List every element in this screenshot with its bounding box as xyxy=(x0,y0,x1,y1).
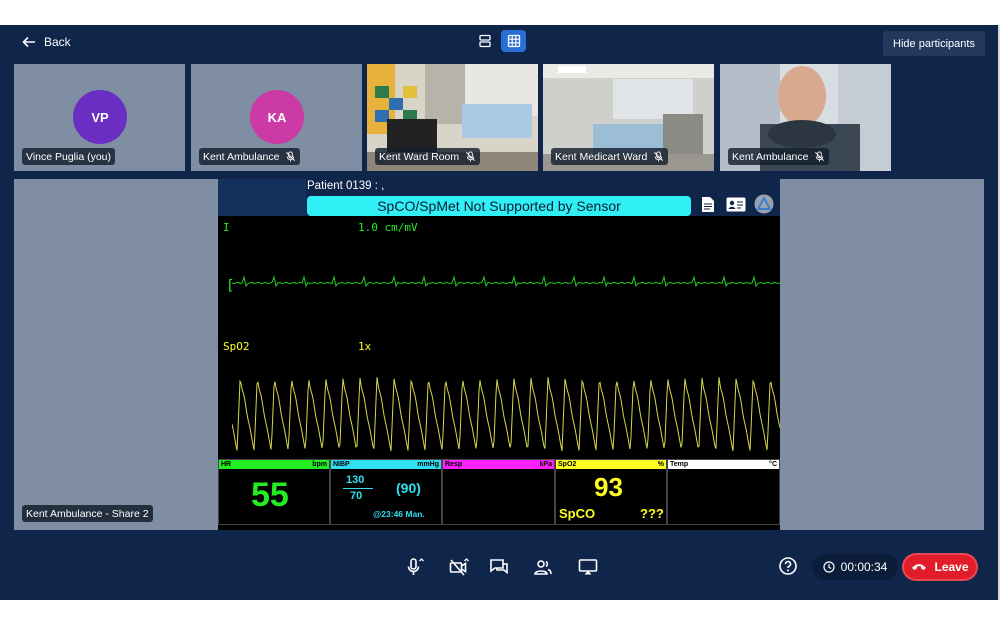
nibp-systolic: 130 xyxy=(346,474,365,486)
temp-unit: °C xyxy=(769,461,777,468)
patient-monitor: Patient 0139 : , SpCO/SpMet Not Supporte… xyxy=(218,179,780,530)
participant-video-tile[interactable]: Kent Medicart Ward xyxy=(543,64,714,171)
participant-name: Vince Puglia (you) xyxy=(26,150,112,163)
screen-share-button[interactable] xyxy=(576,556,600,578)
stacked-layout-icon xyxy=(478,34,491,48)
participant-video-tile[interactable]: Kent Ward Room xyxy=(367,64,538,171)
nibp-divider xyxy=(343,488,373,489)
resp-title: Resp xyxy=(445,461,463,468)
hr-panel: HR bpm 55 xyxy=(218,459,330,525)
back-button[interactable]: Back xyxy=(22,33,71,51)
spo2-unit: % xyxy=(657,461,664,468)
logo-icon xyxy=(753,193,775,215)
temp-panel: Temp °C xyxy=(667,459,780,525)
timer-value: 00:00:34 xyxy=(840,560,888,574)
monitor-header-block xyxy=(218,179,306,216)
spo2-header: SpO2% xyxy=(556,460,666,469)
avatar: KA xyxy=(250,90,304,144)
arrow-left-icon xyxy=(22,36,35,48)
alarm-banner: SpCO/SpMet Not Supported by Sensor xyxy=(307,196,691,216)
grid-layout-icon xyxy=(507,34,520,48)
participant-name: Kent Ambulance xyxy=(732,150,809,163)
chat-icon xyxy=(490,559,508,575)
leave-button[interactable]: Leave xyxy=(902,553,978,581)
vitals-panel: HR bpm 55 NIBP mmHg 130 70 (90) @23:46 Man… xyxy=(218,459,780,525)
meeting-window: Back Hide participants VP Vince Puglia (… xyxy=(0,25,1000,600)
hr-title: HR xyxy=(221,461,232,468)
pleth-gain-label: 1x xyxy=(358,340,372,353)
nibp-panel: NIBP mmHg 130 70 (90) @23:46 Man. xyxy=(330,459,442,525)
participant-tile[interactable]: KA Kent Ambulance xyxy=(191,64,362,171)
document-icon xyxy=(697,193,719,215)
share-name-label: Kent Ambulance - Share 2 xyxy=(22,505,153,522)
mic-muted-icon xyxy=(654,151,664,162)
grid-layout-button[interactable] xyxy=(501,30,526,52)
patient-id: Patient 0139 : , xyxy=(307,180,385,192)
chat-button[interactable] xyxy=(487,556,511,578)
participant-name-label: Kent Ambulance xyxy=(728,148,830,165)
help-button[interactable] xyxy=(777,555,799,577)
help-icon xyxy=(779,557,797,575)
mic-muted-icon xyxy=(466,151,476,162)
mic-muted-icon xyxy=(286,151,296,162)
screen-share-icon xyxy=(578,559,598,575)
temp-header: Temp °C xyxy=(668,460,779,469)
participants-button[interactable] xyxy=(531,556,555,578)
hide-participants-button[interactable]: Hide participants xyxy=(883,31,985,56)
spo2-title: SpO2 xyxy=(558,461,577,468)
pleth-waveform xyxy=(232,377,780,452)
id-card-icon xyxy=(725,193,747,215)
microphone-button[interactable] xyxy=(399,556,429,578)
participant-name-label: Kent Ambulance xyxy=(199,148,301,165)
participant-name: Kent Medicart Ward xyxy=(555,150,648,163)
resp-header: Resp kPa xyxy=(443,460,554,469)
hr-value: 55 xyxy=(251,476,289,514)
ecg-waveform xyxy=(232,275,780,288)
nibp-header: NIBP mmHg xyxy=(331,460,441,469)
leave-label: Leave xyxy=(934,560,969,574)
participant-video-tile[interactable]: Kent Ambulance xyxy=(720,64,891,171)
participant-name-label: Kent Ward Room xyxy=(375,148,481,165)
ecg-scale-label: 1.0 cm/mV xyxy=(358,221,418,234)
spo2-panel: SpO2% 93 SpCO ??? xyxy=(555,459,667,525)
spo2-value: 93 xyxy=(594,472,623,502)
nibp-diastolic: 70 xyxy=(350,490,363,502)
clock-icon xyxy=(823,561,835,573)
participant-name: Kent Ward Room xyxy=(379,150,460,163)
temp-title: Temp xyxy=(670,461,689,468)
participants-icon xyxy=(534,560,552,575)
resp-panel: Resp kPa xyxy=(442,459,555,525)
nibp-timestamp: @23:46 Man. xyxy=(373,509,425,519)
screen-share-view[interactable]: Patient 0139 : , SpCO/SpMet Not Supporte… xyxy=(14,179,984,530)
hr-header: HR bpm xyxy=(219,460,329,469)
resp-unit: kPa xyxy=(539,461,552,468)
participant-name-label: Kent Medicart Ward xyxy=(551,148,669,165)
avatar: VP xyxy=(73,90,127,144)
participant-name-label: Vince Puglia (you) xyxy=(22,148,116,165)
back-label: Back xyxy=(44,35,71,49)
camera-off-icon xyxy=(449,558,469,576)
spco-label: SpCO xyxy=(559,506,596,521)
phone-hangup-icon xyxy=(912,564,927,570)
spco-value: ??? xyxy=(640,506,664,521)
participant-tile[interactable]: VP Vince Puglia (you) xyxy=(14,64,185,171)
participant-name: Kent Ambulance xyxy=(203,150,280,163)
pleth-label: SpO2 xyxy=(223,340,250,353)
ecg-lead-label: I xyxy=(223,221,230,234)
hr-unit: bpm xyxy=(312,461,327,468)
nibp-mean: (90) xyxy=(396,480,421,496)
layout-toggle xyxy=(472,30,526,52)
stacked-layout-button[interactable] xyxy=(472,30,497,52)
microphone-icon xyxy=(407,558,424,575)
call-timer: 00:00:34 xyxy=(812,554,898,580)
camera-button[interactable] xyxy=(444,556,474,578)
nibp-title: NIBP xyxy=(333,461,350,468)
nibp-unit: mmHg xyxy=(417,461,439,468)
mic-muted-icon xyxy=(815,151,825,162)
